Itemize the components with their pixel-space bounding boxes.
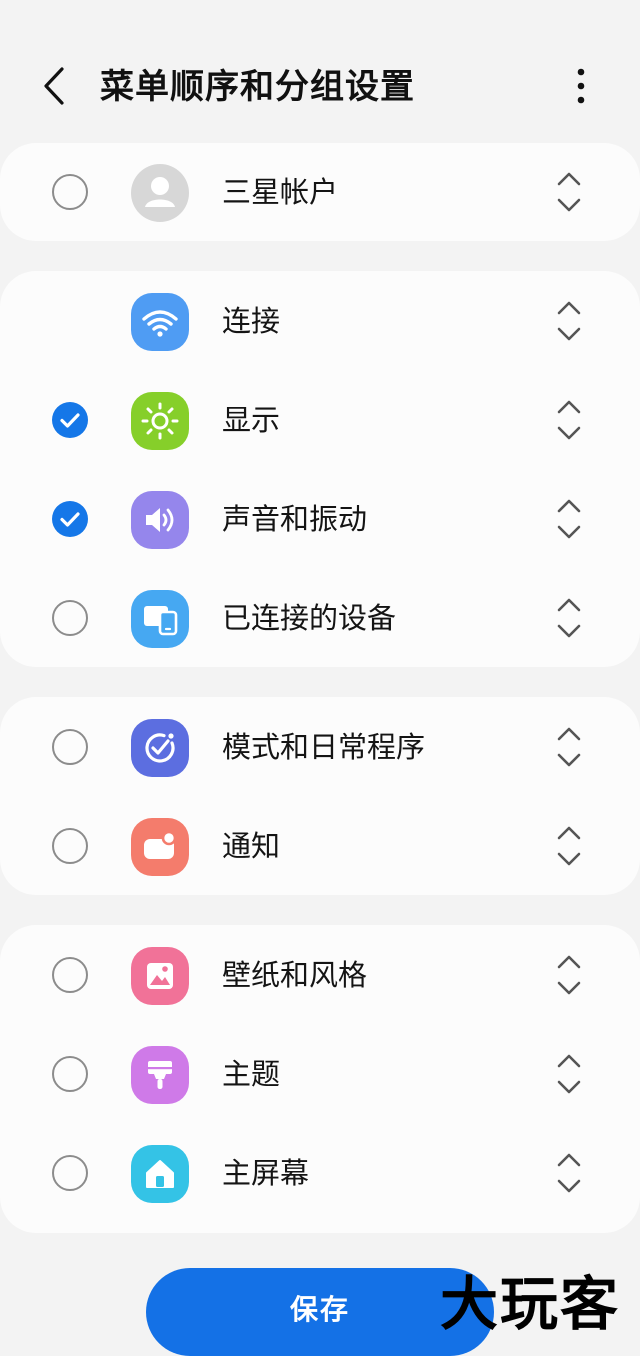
menu-item-label: 三星帐户	[222, 175, 339, 209]
menu-item-label: 已连接的设备	[222, 601, 397, 635]
menu-group-card: 连接显示声音和振动已连接的设备	[0, 271, 640, 667]
menu-item-label: 连接	[222, 304, 281, 338]
menu-item-row[interactable]: 主屏幕	[0, 1123, 640, 1223]
menu-item-row[interactable]: 三星帐户	[0, 142, 640, 242]
account-icon	[131, 164, 189, 222]
menu-item-label: 显示	[222, 403, 281, 437]
reorder-handle-icon[interactable]	[555, 396, 583, 444]
checkbox-unchecked[interactable]	[52, 957, 88, 993]
menu-item-row[interactable]: 模式和日常程序	[0, 697, 640, 797]
reorder-handle-icon[interactable]	[555, 1050, 583, 1098]
menu-item-row[interactable]: 声音和振动	[0, 469, 640, 569]
checkbox-unchecked[interactable]	[52, 828, 88, 864]
menu-item-label: 模式和日常程序	[222, 730, 426, 764]
reorder-handle-icon[interactable]	[555, 297, 583, 345]
checkbox-checked[interactable]	[52, 501, 88, 537]
checkbox-unchecked[interactable]	[52, 1056, 88, 1092]
sun-icon	[131, 392, 189, 450]
checkbox-unchecked[interactable]	[52, 729, 88, 765]
checkmark-icon	[60, 512, 80, 527]
reorder-handle-icon[interactable]	[555, 723, 583, 771]
app-header: 菜单顺序和分组设置	[0, 0, 640, 140]
reorder-handle-icon[interactable]	[555, 594, 583, 642]
menu-item-row[interactable]: 已连接的设备	[0, 568, 640, 668]
wallpaper-icon	[131, 947, 189, 1005]
checkmark-icon	[60, 413, 80, 428]
devices-icon	[131, 590, 189, 648]
more-options-button[interactable]	[566, 64, 596, 108]
menu-item-label: 主屏幕	[222, 1156, 310, 1190]
menu-item-label: 通知	[222, 829, 281, 863]
notification-icon	[131, 818, 189, 876]
menu-group-card: 三星帐户	[0, 143, 640, 241]
menu-item-row[interactable]: 连接	[0, 271, 640, 371]
modes-icon	[131, 719, 189, 777]
watermark-text: 大玩客	[440, 1270, 621, 1338]
back-button[interactable]	[34, 62, 78, 110]
reorder-handle-icon[interactable]	[555, 822, 583, 870]
checkbox-unchecked[interactable]	[52, 174, 88, 210]
reorder-handle-icon[interactable]	[555, 495, 583, 543]
menu-item-label: 壁纸和风格	[222, 958, 368, 992]
theme-brush-icon	[131, 1046, 189, 1104]
page-title: 菜单顺序和分组设置	[100, 67, 415, 107]
reorder-handle-icon[interactable]	[555, 951, 583, 999]
chevron-left-icon	[44, 67, 64, 105]
speaker-icon	[131, 491, 189, 549]
menu-item-row[interactable]: 显示	[0, 370, 640, 470]
reorder-handle-icon[interactable]	[555, 1149, 583, 1197]
menu-group-card: 壁纸和风格主题主屏幕	[0, 925, 640, 1233]
checkbox-unchecked[interactable]	[52, 600, 88, 636]
more-vertical-icon	[577, 68, 585, 104]
checkbox-unchecked[interactable]	[52, 1155, 88, 1191]
checkbox-checked[interactable]	[52, 402, 88, 438]
menu-item-label: 主题	[222, 1057, 281, 1091]
wifi-icon	[131, 293, 189, 351]
menu-group-card: 模式和日常程序 通知	[0, 697, 640, 895]
menu-item-row[interactable]: 主题	[0, 1024, 640, 1124]
home-icon	[131, 1145, 189, 1203]
menu-item-row[interactable]: 壁纸和风格	[0, 925, 640, 1025]
menu-item-label: 声音和振动	[222, 502, 368, 536]
reorder-handle-icon[interactable]	[555, 168, 583, 216]
menu-item-row[interactable]: 通知	[0, 796, 640, 896]
